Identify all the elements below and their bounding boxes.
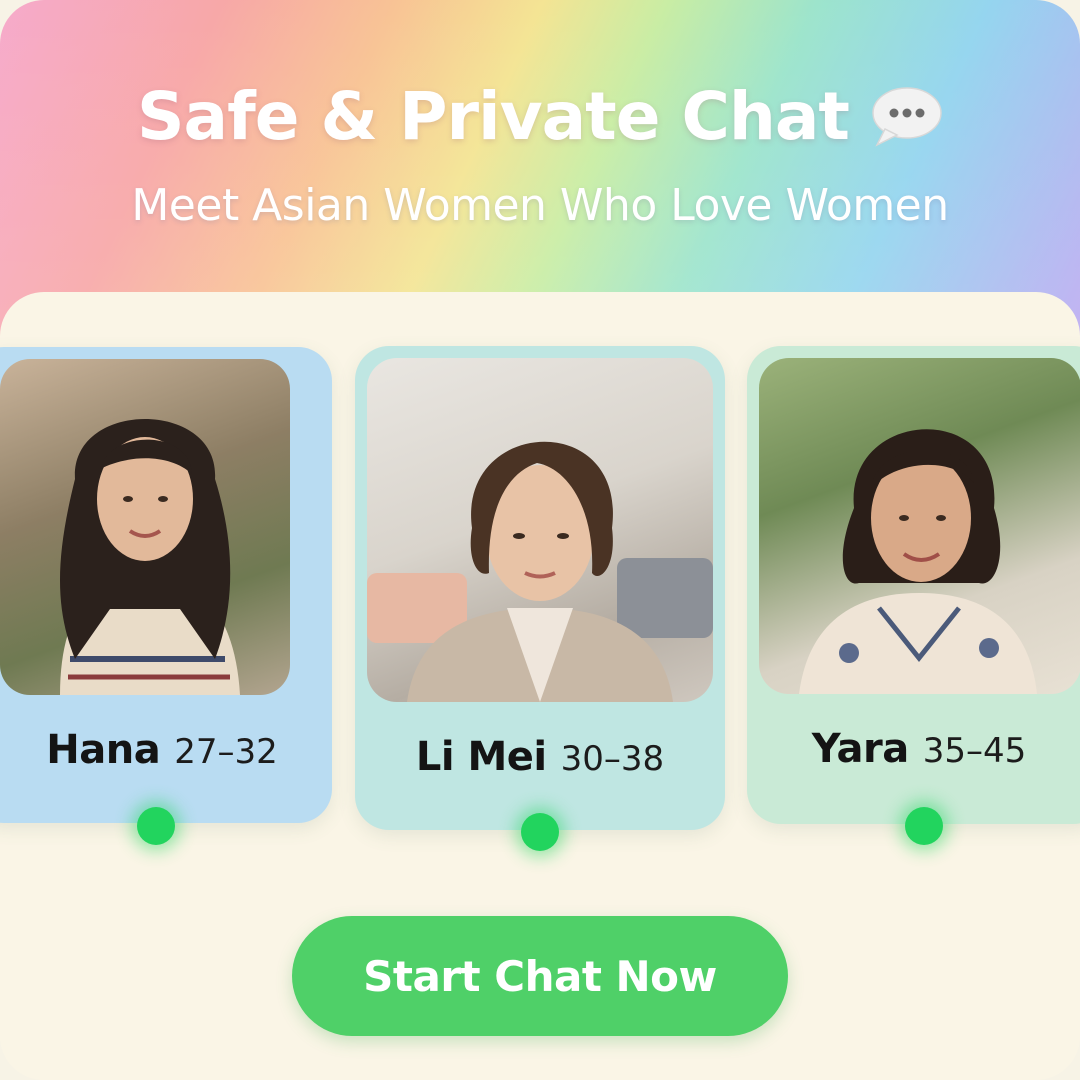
- speech-bubble-icon: [869, 85, 943, 147]
- app-frame: Safe & Private Chat Meet Asian Women Who…: [0, 0, 1080, 1080]
- profile-name-row: Li Mei 30–38: [355, 734, 725, 780]
- profile-card-yara[interactable]: Yara 35–45: [747, 346, 1080, 824]
- online-status-dot: [521, 813, 559, 851]
- online-status-dot: [137, 807, 175, 845]
- profile-name-row: Hana 27–32: [0, 727, 332, 773]
- start-chat-button[interactable]: Start Chat Now: [292, 916, 788, 1036]
- profile-name: Yara: [811, 726, 910, 772]
- title-row: Safe & Private Chat: [0, 78, 1080, 155]
- profile-name-row: Yara 35–45: [747, 726, 1080, 772]
- profile-age: 27–32: [174, 732, 278, 772]
- header-banner: [0, 0, 1080, 340]
- profile-name: Li Mei: [415, 734, 547, 780]
- profile-name: Hana: [46, 727, 161, 773]
- profile-photo: [759, 358, 1080, 694]
- profile-card-li-mei[interactable]: Li Mei 30–38: [355, 346, 725, 830]
- profile-age: 35–45: [922, 731, 1027, 771]
- page-title: Safe & Private Chat: [137, 78, 850, 155]
- online-status-dot: [905, 807, 943, 845]
- page-subtitle: Meet Asian Women Who Love Women: [131, 180, 949, 231]
- profile-age: 30–38: [560, 739, 665, 779]
- profile-photo: [367, 358, 713, 702]
- profile-photo: [0, 359, 290, 695]
- profile-card-hana[interactable]: Hana 27–32: [0, 347, 332, 823]
